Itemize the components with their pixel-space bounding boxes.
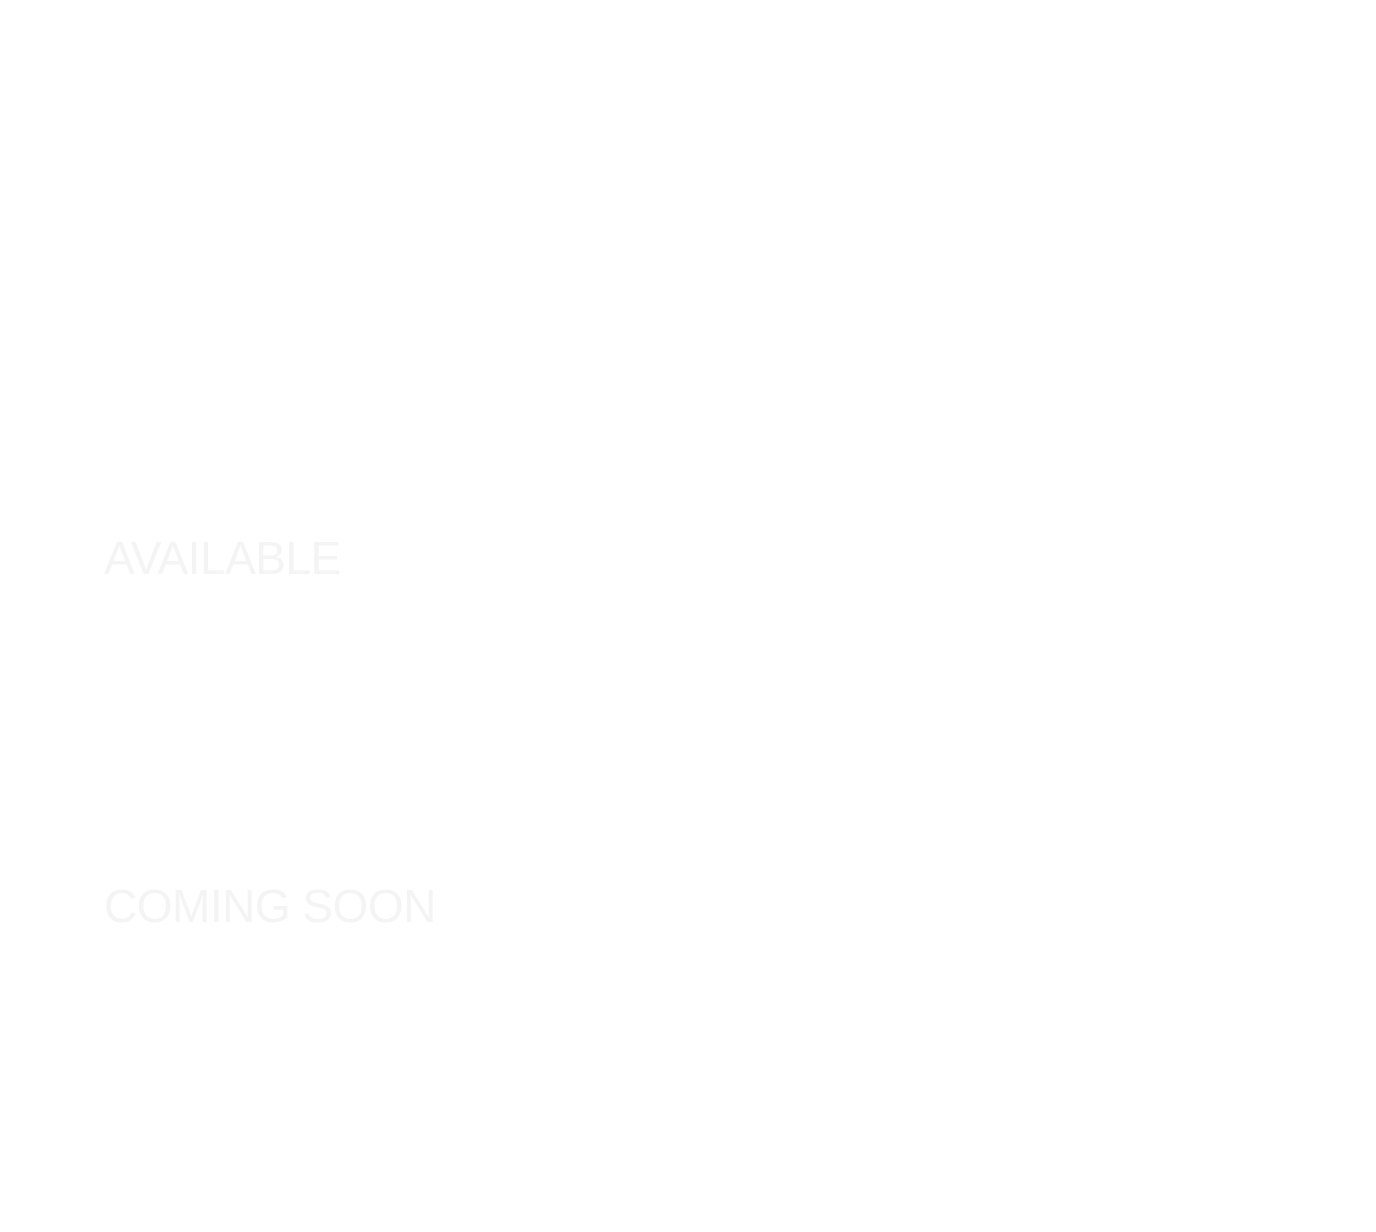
available-section-heading: AVAILABLE (104, 532, 341, 584)
coming-soon-section-heading: COMING SOON (104, 880, 436, 932)
page: AVAILABLE COMING SOON (0, 0, 1376, 1232)
